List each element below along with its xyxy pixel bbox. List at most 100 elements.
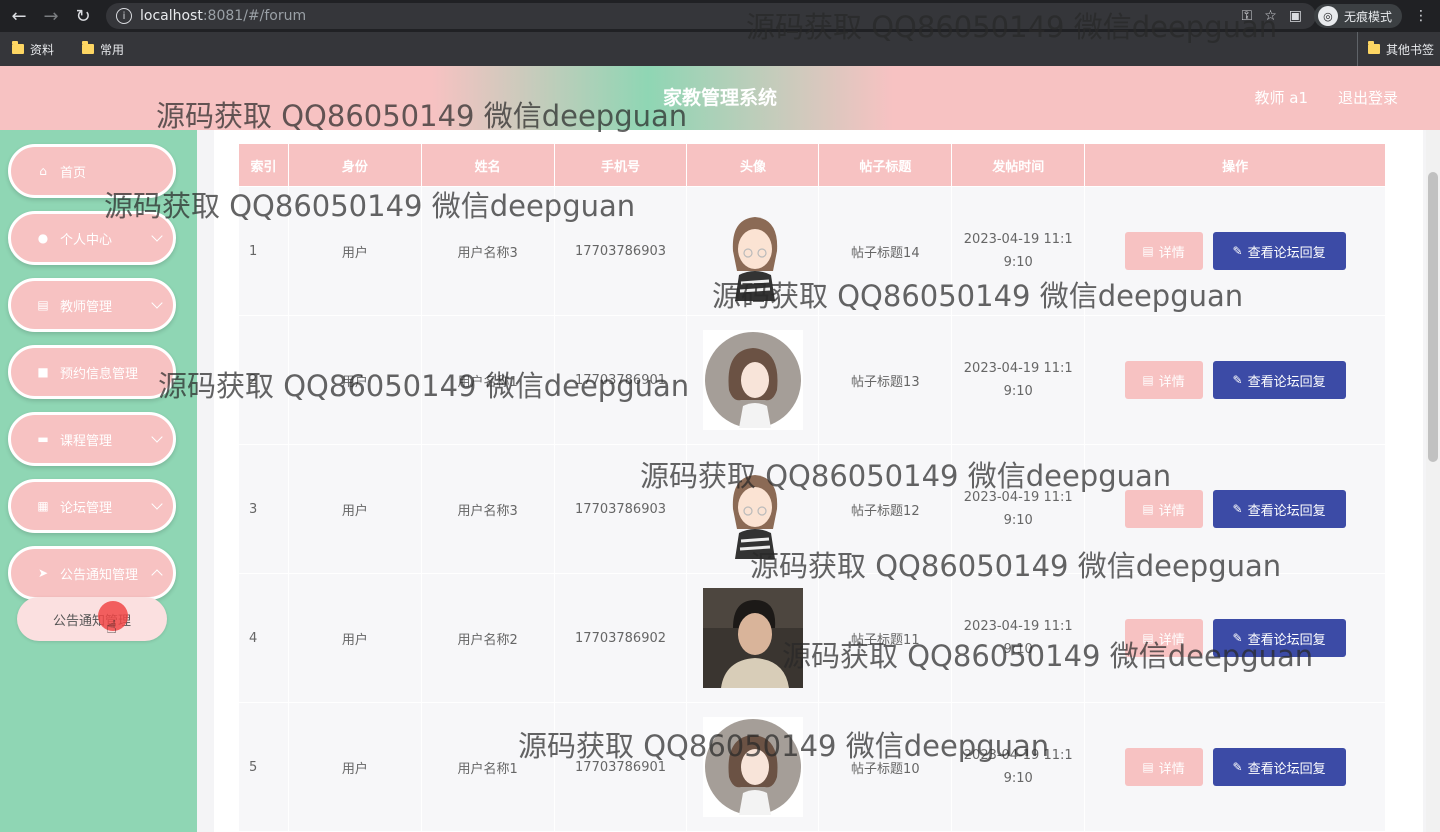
cell-role: 用户 [287, 186, 422, 316]
sidebar-item-label: 教师管理 [60, 299, 113, 315]
detail-label: 详情 [1158, 503, 1185, 519]
view-replies-button[interactable]: ✎ 查看论坛回复 [1212, 232, 1346, 270]
sidepanel-icon[interactable]: ▣ [1289, 8, 1302, 24]
briefcase-icon: ▬ [37, 432, 49, 446]
column-header: 索引 [238, 143, 289, 187]
table-row[interactable]: 3 用户 用户名称3 17703786903 帖子标题12 2023-04-19… [238, 444, 1386, 574]
other-bookmarks[interactable]: 其他书签 [1356, 32, 1434, 66]
incognito-label: 无痕模式 [1343, 9, 1392, 24]
site-info-icon[interactable]: i [116, 8, 132, 24]
view-replies-button[interactable]: ✎ 查看论坛回复 [1212, 748, 1346, 786]
table-row[interactable]: 2 用户 用户名称1 17703786901 帖子标题13 2023-04-19… [238, 315, 1386, 445]
cell-title: 帖子标题12 [818, 444, 953, 574]
time-line: 9:10 [1003, 642, 1033, 657]
view-replies-button[interactable]: ✎ 查看论坛回复 [1212, 361, 1346, 399]
cell-role: 用户 [287, 702, 422, 832]
avatar-cartoon-girl-glasses [702, 201, 803, 301]
table-row[interactable]: 5 用户 用户名称1 17703786901 帖子标题10 2023-04-19… [238, 702, 1386, 832]
reload-icon[interactable]: ↻ [70, 3, 96, 29]
sidebar-item-home[interactable]: ⌂ 首页 [8, 144, 176, 198]
view-replies-button[interactable]: ✎ 查看论坛回复 [1212, 490, 1346, 528]
time-line: 9:10 [1003, 771, 1033, 786]
sidebar-item-teachers[interactable]: ▤ 教师管理 [8, 278, 176, 332]
detail-button[interactable]: ▤ 详情 [1124, 361, 1203, 399]
back-icon[interactable]: ← [6, 3, 32, 29]
sidebar-item-profile[interactable]: ● 个人中心 [8, 211, 176, 265]
browser-actions: ⚿ ☆ ▣ ◎ 无痕模式 ⋮ [1242, 0, 1440, 32]
sidebar-item-label: 首页 [60, 165, 87, 181]
time-line: 2023-04-19 11:1 [963, 748, 1073, 763]
cell-name: 用户名称1 [420, 315, 555, 445]
cell-index: 1 [238, 186, 289, 316]
avatar-girl-illustration [702, 330, 803, 430]
cell-avatar [686, 315, 820, 445]
cell-avatar [686, 186, 820, 316]
column-header: 操作 [1084, 143, 1386, 187]
forward-icon[interactable]: → [38, 3, 64, 29]
document-icon: ▤ [1142, 502, 1154, 516]
avatar-boy-photo [702, 588, 803, 688]
cell-time: 2023-04-19 11:1 9:10 [951, 186, 1086, 316]
grid-icon: ▦ [37, 499, 49, 513]
detail-button[interactable]: ▤ 详情 [1124, 232, 1203, 270]
chevron-down-icon [151, 431, 163, 443]
detail-button[interactable]: ▤ 详情 [1124, 619, 1203, 657]
reply-label: 查看论坛回复 [1247, 632, 1326, 648]
sidebar-item-label: 个人中心 [60, 232, 113, 248]
send-icon: ➤ [37, 566, 49, 580]
sidebar-item-courses[interactable]: ▬ 课程管理 [8, 412, 176, 466]
edit-icon: ✎ [1232, 502, 1243, 516]
address-bar[interactable]: i localhost:8081/#/forum [106, 3, 1316, 29]
scrollbar-thumb[interactable] [1428, 172, 1438, 462]
detail-label: 详情 [1158, 245, 1185, 261]
folder-icon [82, 41, 95, 54]
detail-label: 详情 [1158, 761, 1185, 777]
bookmark-label: 常用 [100, 42, 125, 57]
incognito-badge[interactable]: ◎ 无痕模式 [1313, 4, 1402, 28]
page-scrollbar[interactable] [1426, 130, 1440, 832]
folder-icon [1367, 41, 1380, 54]
cell-role: 用户 [287, 444, 422, 574]
detail-button[interactable]: ▤ 详情 [1124, 490, 1203, 528]
cell-avatar [686, 702, 820, 832]
logout-link[interactable]: 退出登录 [1338, 66, 1398, 130]
cell-actions: ▤ 详情 ✎ 查看论坛回复 [1084, 186, 1386, 316]
detail-button[interactable]: ▤ 详情 [1124, 748, 1203, 786]
cell-index: 2 [238, 315, 289, 445]
star-icon[interactable]: ☆ [1264, 8, 1277, 24]
view-replies-button[interactable]: ✎ 查看论坛回复 [1212, 619, 1346, 657]
menu-icon[interactable]: ⋮ [1414, 8, 1428, 24]
main-content: 索引 身份 姓名 手机号 头像 帖子标题 发帖时间 操作 1 用户 用户名称3 … [197, 130, 1440, 832]
cell-title: 帖子标题14 [818, 186, 953, 316]
reply-label: 查看论坛回复 [1247, 245, 1326, 261]
cell-time: 2023-04-19 11:1 9:10 [951, 315, 1086, 445]
column-header: 帖子标题 [818, 143, 953, 187]
cell-phone: 17703786901 [553, 702, 688, 832]
cell-title: 帖子标题13 [818, 315, 953, 445]
sidebar-item-label: 公告通知管理 [60, 567, 139, 583]
bookmark-label: 资料 [30, 42, 55, 57]
other-bookmarks-label: 其他书签 [1385, 42, 1434, 57]
table-row[interactable]: 1 用户 用户名称3 17703786903 帖子标题14 2023-04-19… [238, 186, 1386, 316]
column-header: 头像 [686, 143, 820, 187]
sidebar: ⌂ 首页 ● 个人中心 ▤ 教师管理 ■ 预约信息管理 ▬ 课程管理 ▦ 论坛管… [0, 130, 197, 832]
url-path: :8081/#/forum [202, 8, 307, 24]
sidebar-item-forum[interactable]: ▦ 论坛管理 [8, 479, 176, 533]
bookmark-folder[interactable]: 资料 [12, 41, 54, 58]
sidebar-item-label: 预约信息管理 [60, 366, 139, 382]
cell-title: 帖子标题11 [818, 573, 953, 703]
cell-avatar [686, 444, 820, 574]
sidebar-item-notices[interactable]: ➤ 公告通知管理 [8, 546, 176, 600]
bookmark-folder[interactable]: 常用 [82, 41, 124, 58]
sidebar-item-bookings[interactable]: ■ 预约信息管理 [8, 345, 176, 399]
cell-actions: ▤ 详情 ✎ 查看论坛回复 [1084, 444, 1386, 574]
video-icon: ■ [37, 365, 49, 379]
table-row[interactable]: 4 用户 用户名称2 17703786902 帖子标题11 2023-04-19… [238, 573, 1386, 703]
cell-actions: ▤ 详情 ✎ 查看论坛回复 [1084, 702, 1386, 832]
key-icon[interactable]: ⚿ [1242, 8, 1253, 24]
submenu-item-notices[interactable]: 公告通知管理 [17, 597, 167, 641]
sidebar-item-label: 课程管理 [60, 433, 113, 449]
folder-icon [12, 41, 24, 54]
user-icon: ● [37, 231, 49, 245]
document-icon: ▤ [1142, 373, 1154, 387]
